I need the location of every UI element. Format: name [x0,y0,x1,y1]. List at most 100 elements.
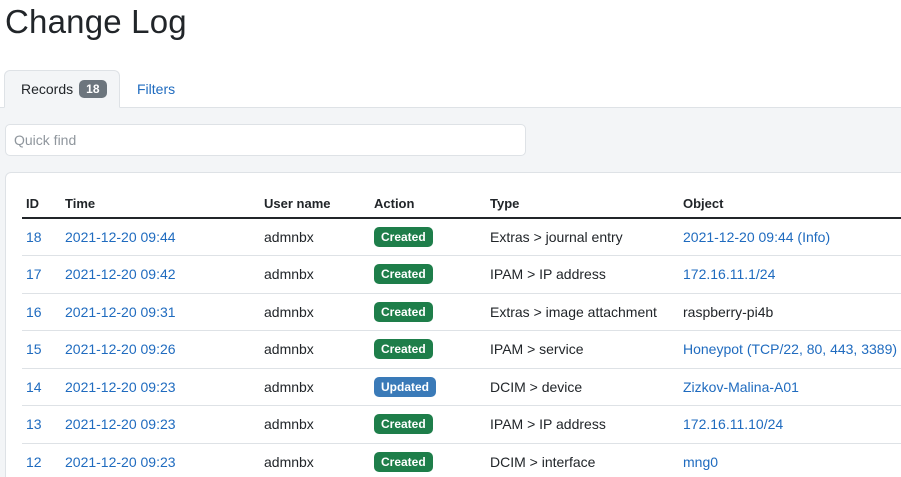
tab-filters[interactable]: Filters [137,70,175,108]
object-type: Extras > image attachment [490,303,657,320]
table-row: 18 2021-12-20 09:44 admnbx Created Extras > … [22,218,901,256]
change-id-link[interactable]: 15 [26,341,42,357]
change-id-link-cell: 13 [22,405,61,444]
user-name-cell: admnbx [260,368,370,406]
records-count-badge: 18 [79,80,107,98]
user-name: admnbx [264,416,314,433]
change-time-link-cell: 2021-12-20 09:44 [61,218,260,256]
change-id-link[interactable]: 14 [26,379,42,395]
object-type: DCIM > interface [490,453,596,470]
table-row: 12 2021-12-20 09:23 admnbx Created DCIM > in… [22,443,901,477]
action-badge: Created [374,339,433,360]
user-name-cell: admnbx [260,255,370,294]
user-name-cell: admnbx [260,293,370,331]
change-id-link-cell: 16 [22,293,61,331]
object-link[interactable]: 172.16.11.10/24 [683,416,783,432]
change-id-link[interactable]: 16 [26,304,42,320]
change-time-link-cell: 2021-12-20 09:42 [61,255,260,294]
object-link[interactable]: 2021-12-20 09:44 (Info) [683,229,830,245]
table-row: 13 2021-12-20 09:23 admnbx Created IPAM > IP… [22,405,901,444]
tab-records[interactable]: Records 18 [4,70,120,108]
action-badge-cell: Created [370,293,486,331]
change-id-link[interactable]: 17 [26,266,42,282]
user-name-cell: admnbx [260,330,370,369]
object-type-cell: IPAM > service [486,330,679,369]
change-id-link-cell: 17 [22,255,61,294]
user-name: admnbx [264,341,314,358]
user-name: admnbx [264,303,314,320]
change-time-link[interactable]: 2021-12-20 09:23 [65,416,176,432]
page-title: Change Log [5,3,187,40]
action-badge: Created [374,451,433,472]
action-badge: Created [374,227,433,247]
user-name-cell: admnbx [260,405,370,444]
table-row: 17 2021-12-20 09:42 admnbx Created IPAM > IP… [22,255,901,294]
object-link[interactable]: mng0 [683,454,718,470]
change-id-link[interactable]: 18 [26,229,42,245]
object-link-cell: Honeypot (TCP/22, 80, 443, 3389) [679,330,901,369]
object-type: Extras > journal entry [490,229,623,245]
change-time-link[interactable]: 2021-12-20 09:31 [65,304,176,320]
action-badge-cell: Created [370,330,486,369]
object-link[interactable]: 172.16.11.1/24 [683,266,775,282]
header-time[interactable]: Time [61,190,260,219]
tab-records-label: Records [21,81,74,97]
user-name: admnbx [264,378,314,395]
action-badge: Updated [374,376,436,397]
action-badge-cell: Created [370,443,486,477]
change-time-link-cell: 2021-12-20 09:23 [61,405,260,444]
change-time-link-cell: 2021-12-20 09:23 [61,443,260,477]
object-type: DCIM > device [490,378,583,395]
tab-content: ID Time User name Action Type Object 18 2… [0,108,901,477]
object-type-cell: IPAM > IP address [486,405,679,444]
change-id-link-cell: 15 [22,330,61,369]
action-badge: Created [374,264,433,285]
user-name-cell: admnbx [260,443,370,477]
object-type-cell: IPAM > IP address [486,255,679,294]
action-badge: Created [374,414,433,435]
header-action[interactable]: Action [370,190,486,219]
header-id[interactable]: ID [22,190,61,219]
object-type-cell: Extras > journal entry [486,218,679,256]
records-card: ID Time User name Action Type Object 18 2… [5,172,901,477]
action-badge-cell: Created [370,255,486,294]
object-name: raspberry-pi4b [683,303,774,320]
quick-find-input[interactable] [5,124,526,156]
change-id-link[interactable]: 12 [26,454,42,470]
object-link-cell: 172.16.11.10/24 [679,405,901,444]
object-type: IPAM > IP address [490,266,606,283]
action-badge-cell: Created [370,218,486,256]
change-id-link[interactable]: 13 [26,416,42,432]
object-link-cell: 2021-12-20 09:44 (Info) [679,218,901,256]
change-id-link-cell: 12 [22,443,61,477]
table-body: 18 2021-12-20 09:44 admnbx Created Extras > … [22,218,901,477]
table-row: 14 2021-12-20 09:23 admnbx Updated DCIM > de… [22,368,901,406]
change-time-link[interactable]: 2021-12-20 09:42 [65,266,176,282]
object-type-cell: Extras > image attachment [486,293,679,331]
object-type-cell: DCIM > interface [486,443,679,477]
tab-filters-label: Filters [137,81,176,97]
table-row: 15 2021-12-20 09:26 admnbx Created IPAM > se… [22,330,901,369]
header-object[interactable]: Object [679,190,901,219]
object-type-cell: DCIM > device [486,368,679,406]
table-row: 16 2021-12-20 09:31 admnbx Created Extras > … [22,293,901,331]
object-link-cell: mng0 [679,443,901,477]
user-name: admnbx [264,266,314,283]
object-link-cell: Zizkov-Malina-A01 [679,368,901,406]
change-time-link-cell: 2021-12-20 09:31 [61,293,260,331]
change-time-link[interactable]: 2021-12-20 09:26 [65,341,176,357]
object-type: IPAM > IP address [490,416,606,433]
user-name: admnbx [264,453,314,470]
header-user-name[interactable]: User name [260,190,370,219]
table-header-row: ID Time User name Action Type Object [22,190,901,219]
change-time-link[interactable]: 2021-12-20 09:23 [65,454,176,470]
change-time-link[interactable]: 2021-12-20 09:23 [65,379,176,395]
user-name: admnbx [264,229,314,245]
header-type[interactable]: Type [486,190,679,219]
object-type: IPAM > service [490,341,584,358]
action-badge-cell: Updated [370,368,486,406]
object-link[interactable]: Zizkov-Malina-A01 [683,379,799,395]
change-time-link-cell: 2021-12-20 09:23 [61,368,260,406]
object-link[interactable]: Honeypot (TCP/22, 80, 443, 3389) [683,341,897,357]
change-time-link[interactable]: 2021-12-20 09:44 [65,229,176,245]
